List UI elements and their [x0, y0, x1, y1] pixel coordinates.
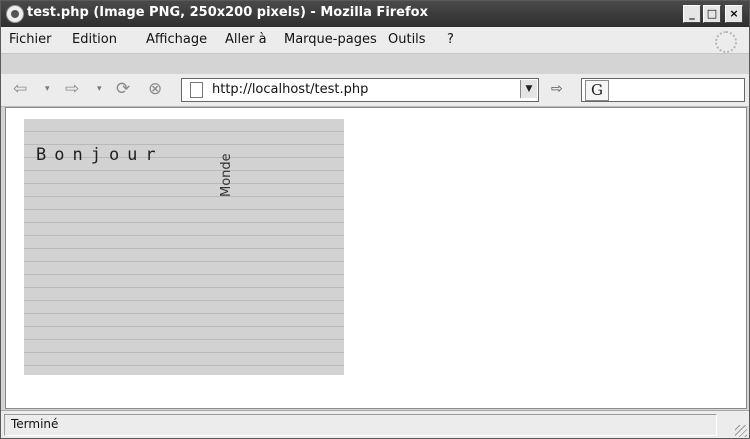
firefox-icon — [6, 5, 24, 23]
forward-history-dropdown-icon[interactable]: ▾ — [97, 84, 102, 94]
menu-aller-a[interactable]: Aller à — [225, 32, 267, 47]
menu-bar: Fichier Edition Affichage Aller à Marque… — [1, 27, 749, 54]
status-text: Terminé — [11, 417, 59, 431]
stop-icon[interactable]: ⊗ — [148, 80, 162, 98]
reload-icon[interactable]: ⟳ — [116, 80, 130, 98]
image-text-monde: Monde — [219, 153, 234, 197]
window-title: test.php (Image PNG, 250x200 pixels) - M… — [27, 5, 428, 20]
back-arrow-icon[interactable]: ⇦ — [13, 80, 27, 98]
url-history-dropdown-icon[interactable]: ▼ — [520, 80, 537, 98]
throbber-icon — [715, 31, 737, 53]
page-icon — [190, 82, 203, 98]
resize-grip-icon[interactable] — [735, 425, 747, 437]
search-bar[interactable]: G — [581, 78, 745, 102]
png-image: Bonjour Monde — [24, 119, 344, 375]
window-controls: _ □ × — [683, 5, 743, 23]
menu-marque-pages[interactable]: Marque-pages — [284, 32, 377, 47]
browser-window: test.php (Image PNG, 250x200 pixels) - M… — [0, 0, 750, 439]
maximize-button[interactable]: □ — [703, 5, 721, 23]
title-bar[interactable]: test.php (Image PNG, 250x200 pixels) - M… — [1, 1, 749, 27]
menu-edition[interactable]: Edition — [72, 32, 117, 47]
menu-affichage[interactable]: Affichage — [146, 32, 207, 47]
image-text-bonjour: Bonjour — [36, 145, 164, 165]
menu-outils[interactable]: Outils — [388, 32, 426, 47]
url-bar[interactable]: http://localhost/test.php ▼ — [181, 78, 539, 102]
menu-help[interactable]: ? — [447, 32, 454, 47]
navigation-toolbar: ⇦ ▾ ⇨ ▾ ⟳ ⊗ http://localhost/test.php ▼ … — [1, 74, 749, 107]
status-panel: Terminé — [4, 414, 717, 436]
go-icon[interactable]: ⇨ — [551, 82, 569, 96]
menu-fichier[interactable]: Fichier — [9, 32, 52, 47]
search-engine-icon[interactable]: G — [585, 80, 609, 101]
forward-arrow-icon[interactable]: ⇨ — [65, 80, 79, 98]
page-content: Bonjour Monde — [5, 107, 747, 409]
minimize-button[interactable]: _ — [683, 5, 701, 23]
close-button[interactable]: × — [725, 5, 743, 23]
status-bar: Terminé — [1, 410, 749, 438]
back-history-dropdown-icon[interactable]: ▾ — [45, 84, 50, 94]
url-text[interactable]: http://localhost/test.php — [212, 82, 368, 97]
